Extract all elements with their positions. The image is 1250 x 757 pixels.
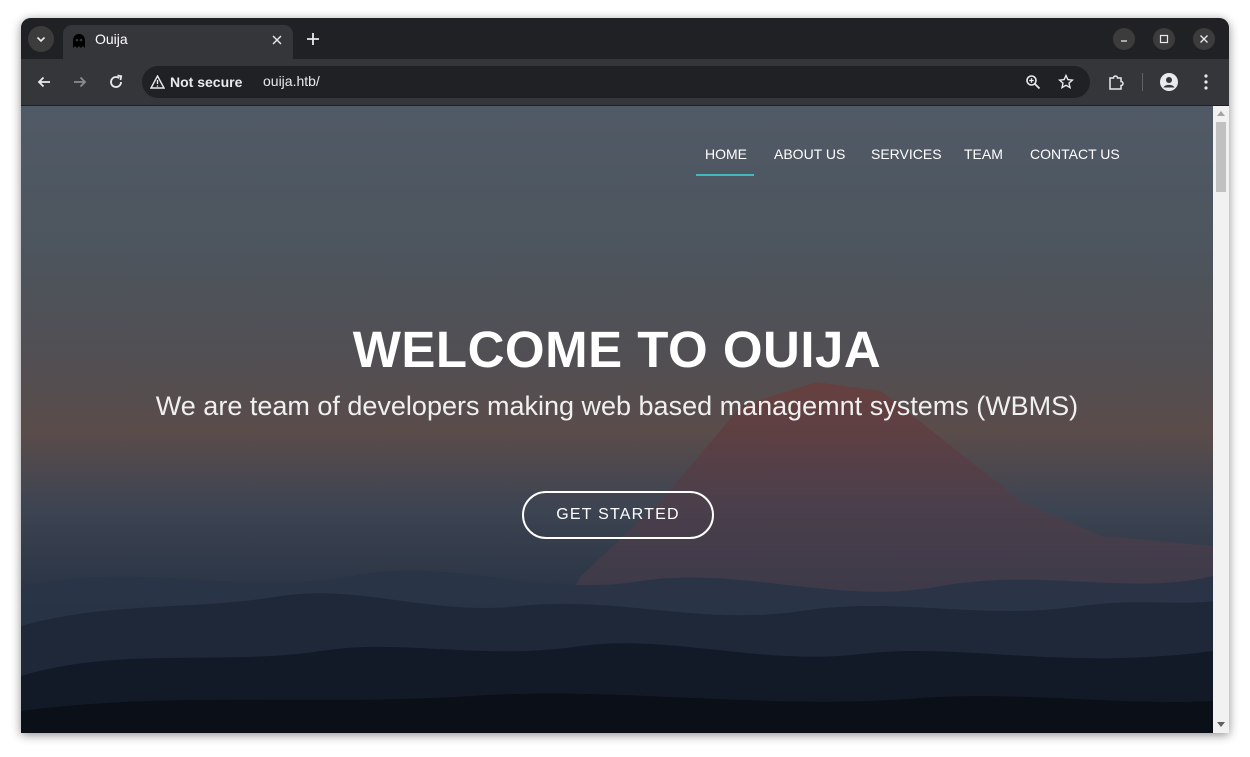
extensions-button[interactable]: [1106, 72, 1126, 92]
profile-button[interactable]: [1159, 72, 1179, 92]
tab-strip: Ouija: [21, 18, 1229, 59]
arrow-left-icon: [37, 76, 50, 88]
star-icon: [1058, 74, 1074, 89]
bookmark-button[interactable]: [1056, 72, 1076, 92]
browser-window: Ouija Not secure ouija.htb/ HOME ABOUT U…: [21, 18, 1229, 733]
get-started-button[interactable]: GET STARTED: [522, 491, 714, 539]
zoom-in-icon: [1026, 75, 1041, 90]
url-text[interactable]: ouija.htb/: [263, 73, 320, 89]
scroll-up-arrow-icon[interactable]: [1217, 111, 1225, 116]
maximize-button[interactable]: [1153, 28, 1175, 50]
hero-subtitle: We are team of developers making web bas…: [155, 391, 1079, 421]
nav-active-indicator: [696, 174, 754, 176]
minimize-button[interactable]: [1113, 28, 1135, 50]
more-vert-icon: [1204, 74, 1208, 90]
nav-item-services[interactable]: SERVICES: [871, 146, 942, 162]
toolbar-divider: [1142, 73, 1143, 91]
hero-title: WELCOME TO OUIJA: [352, 321, 882, 378]
chevron-down-icon: [36, 36, 46, 43]
security-chip[interactable]: Not secure: [150, 71, 242, 93]
tab-close-button[interactable]: [269, 32, 285, 48]
close-icon: [1200, 35, 1208, 43]
address-bar[interactable]: Not secure ouija.htb/: [142, 66, 1090, 98]
plus-icon: [307, 33, 319, 45]
profile-icon: [1160, 73, 1178, 91]
vertical-scrollbar[interactable]: [1213, 106, 1229, 733]
close-window-button[interactable]: [1193, 28, 1215, 50]
nav-item-about-us[interactable]: ABOUT US: [774, 146, 845, 162]
new-tab-button[interactable]: [304, 30, 322, 48]
zoom-button[interactable]: [1023, 72, 1043, 92]
warning-icon: [150, 75, 165, 89]
back-button[interactable]: [34, 72, 54, 92]
menu-button[interactable]: [1196, 72, 1216, 92]
reload-icon: [110, 74, 123, 88]
security-label: Not secure: [170, 74, 243, 90]
page-viewport: HOME ABOUT US SERVICES TEAM CONTACT US W…: [21, 106, 1213, 733]
forward-button[interactable]: [70, 72, 90, 92]
close-icon: [272, 35, 282, 45]
minimize-icon: [1121, 40, 1127, 42]
arrow-right-icon: [74, 76, 87, 88]
nav-item-home[interactable]: HOME: [705, 146, 747, 162]
nav-item-contact-us[interactable]: CONTACT US: [1030, 146, 1120, 162]
tab-ouija[interactable]: Ouija: [63, 25, 293, 59]
puzzle-icon: [1109, 75, 1124, 90]
browser-toolbar: Not secure ouija.htb/: [21, 59, 1229, 105]
scroll-down-arrow-icon[interactable]: [1217, 722, 1225, 727]
reload-button[interactable]: [106, 72, 126, 92]
nav-item-team[interactable]: TEAM: [964, 146, 1003, 162]
tab-search-button[interactable]: [28, 26, 54, 52]
maximize-icon: [1159, 34, 1169, 44]
ouija-favicon-icon: [73, 34, 85, 48]
tab-title: Ouija: [95, 31, 128, 47]
scrollbar-thumb[interactable]: [1216, 122, 1226, 192]
